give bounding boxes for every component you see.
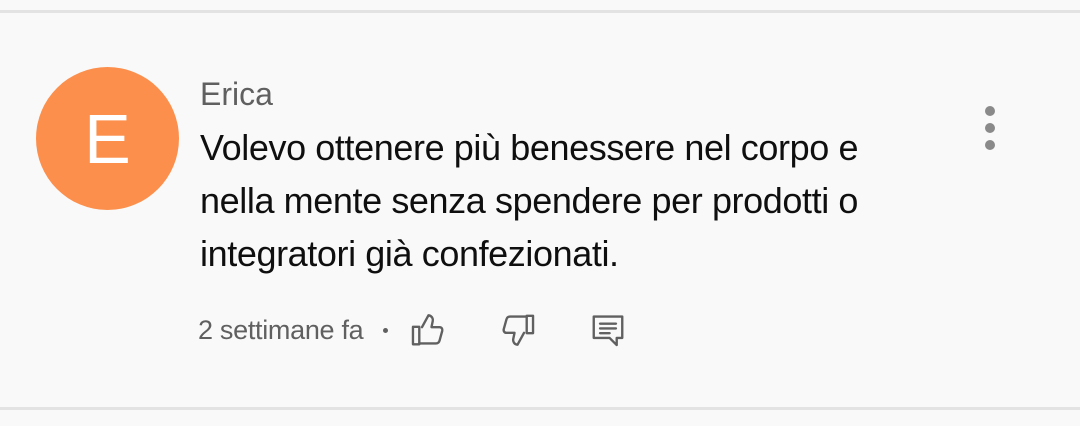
avatar[interactable]: E	[36, 67, 179, 210]
like-button[interactable]	[406, 308, 450, 352]
thumb-up-icon	[412, 314, 444, 346]
comment-timestamp: 2 settimane fa	[198, 314, 364, 345]
avatar-letter: E	[84, 99, 131, 178]
top-divider	[0, 10, 1080, 13]
comment-meta-row: 2 settimane fa	[198, 308, 630, 352]
comment-text: Volevo ottenere più benessere nel corpo …	[200, 127, 859, 274]
bottom-divider	[0, 407, 1080, 410]
reply-button[interactable]	[586, 308, 630, 352]
thumb-down-icon	[502, 314, 535, 346]
dislike-button[interactable]	[496, 308, 540, 352]
separator-dot	[383, 327, 389, 333]
more-vertical-icon[interactable]	[972, 100, 1008, 156]
comment-author[interactable]: Erica	[200, 74, 273, 114]
comment-reply-icon	[592, 315, 624, 347]
